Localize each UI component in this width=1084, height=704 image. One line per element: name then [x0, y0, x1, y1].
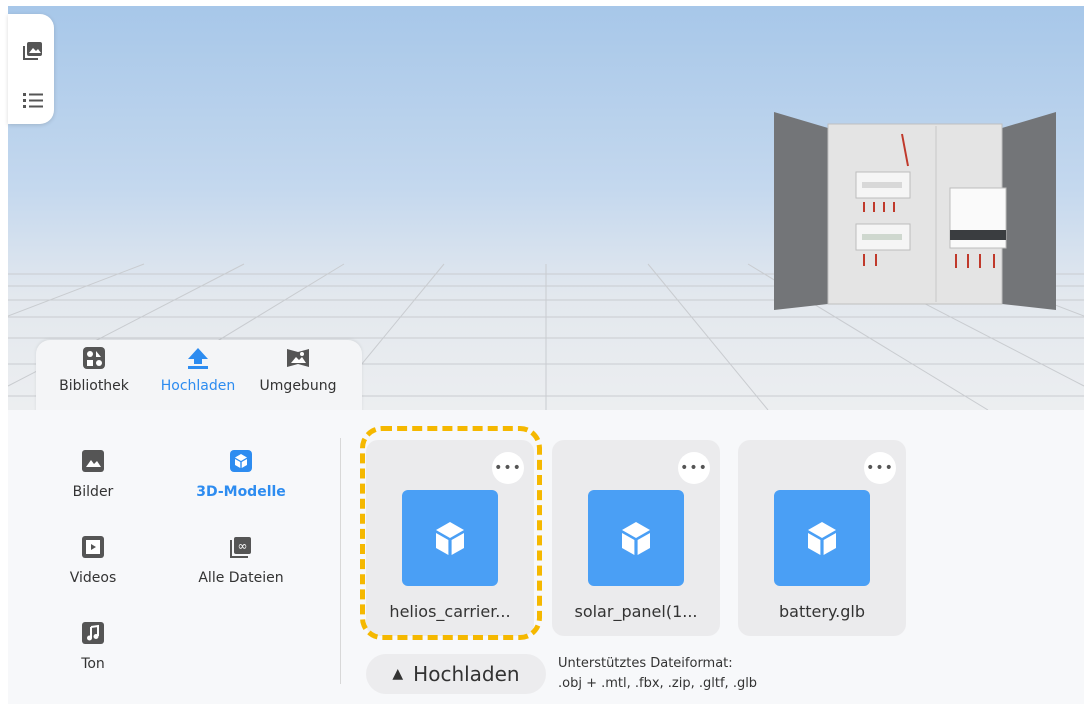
asset-panel — [8, 410, 1084, 704]
file-name: battery.glb — [779, 602, 865, 621]
cube-icon — [622, 522, 650, 555]
file-thumbnail — [402, 490, 498, 586]
tab-bibliothek[interactable]: Bibliothek — [48, 346, 140, 394]
cube-icon — [230, 450, 252, 472]
more-options-icon[interactable]: ••• — [492, 452, 524, 484]
supported-formats: Unterstütztes Dateiformat: .obj + .mtl, … — [558, 654, 757, 694]
video-icon — [82, 536, 104, 558]
file-card[interactable]: ••• helios_carrier... — [366, 440, 534, 636]
image-icon — [82, 450, 104, 472]
category-3d-modelle[interactable]: 3D-Modelle — [186, 450, 296, 500]
upload-arrow-icon: ▲ — [392, 666, 404, 682]
category-bilder[interactable]: Bilder — [38, 450, 148, 500]
viewport-toolbar — [8, 14, 54, 124]
asset-tabs: Bibliothek Hochladen Umgebung — [36, 340, 362, 418]
gallery-icon[interactable] — [22, 40, 44, 62]
file-thumbnail — [588, 490, 684, 586]
library-icon — [83, 347, 105, 369]
upload-button-label: Hochladen — [413, 662, 520, 686]
upload-icon — [188, 348, 208, 369]
environment-icon — [287, 349, 309, 367]
tab-label: Hochladen — [160, 378, 236, 394]
all-files-icon: ∞ — [230, 537, 251, 558]
cube-icon — [808, 522, 836, 555]
category-ton[interactable]: Ton — [38, 622, 148, 672]
category-videos[interactable]: Videos — [38, 536, 148, 586]
svg-text:∞: ∞ — [238, 539, 248, 553]
more-options-icon[interactable]: ••• — [678, 452, 710, 484]
tab-label: Umgebung — [259, 378, 337, 394]
more-options-icon[interactable]: ••• — [864, 452, 896, 484]
file-thumbnail — [774, 490, 870, 586]
category-alle-dateien[interactable]: ∞ Alle Dateien — [186, 536, 296, 586]
tab-hochladen[interactable]: Hochladen — [152, 346, 244, 394]
formats-title: Unterstütztes Dateiformat: — [558, 656, 733, 671]
list-icon[interactable] — [22, 90, 44, 112]
formats-list: .obj + .mtl, .fbx, .zip, .gltf, .glb — [558, 676, 758, 691]
tab-label: Bibliothek — [59, 378, 129, 394]
upload-button[interactable]: ▲ Hochladen — [366, 654, 546, 694]
file-card[interactable]: ••• solar_panel(1... — [552, 440, 720, 636]
cabinet-model — [774, 112, 1056, 310]
cube-icon — [436, 522, 464, 555]
music-icon — [82, 622, 104, 644]
file-card[interactable]: ••• battery.glb — [738, 440, 906, 636]
file-name: solar_panel(1... — [574, 602, 698, 621]
file-name: helios_carrier... — [389, 602, 511, 621]
tab-umgebung[interactable]: Umgebung — [252, 346, 344, 394]
panel-divider — [340, 438, 341, 684]
